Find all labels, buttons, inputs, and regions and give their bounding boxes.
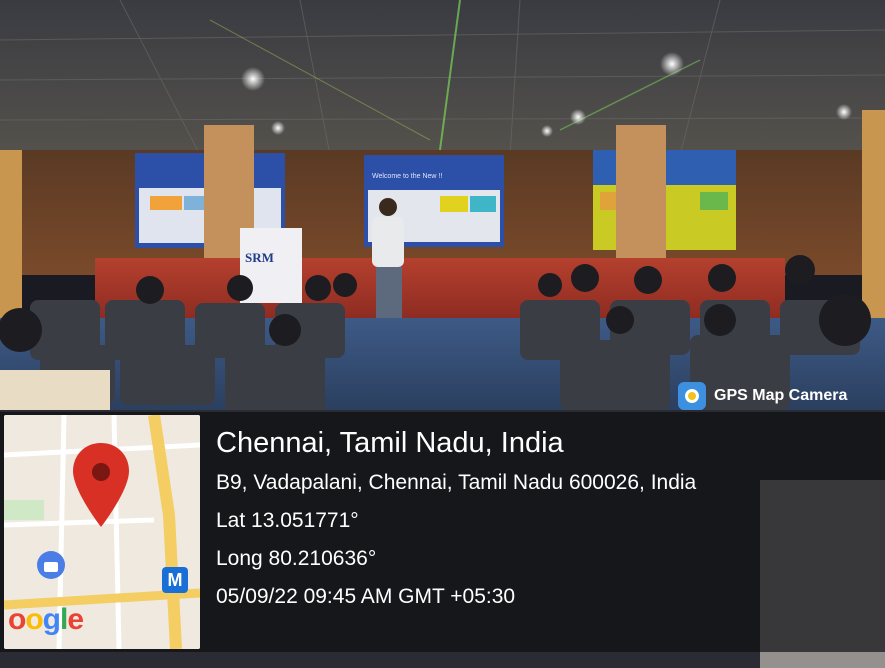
location-latitude: Lat 13.051771° [216,509,359,532]
location-info: Chennai, Tamil Nadu, India B9, Vadapalan… [216,424,696,620]
location-datetime: 05/09/22 09:45 AM GMT +05:30 [216,585,516,608]
google-logo: oogle [8,603,84,636]
gps-map-camera-badge: GPS Map Camera [678,380,882,412]
badge-label: GPS Map Camera [714,387,848,404]
location-city: Chennai, Tamil Nadu, India [216,427,564,459]
screen-text: Welcome to the New !! [372,173,442,180]
gps-map-camera-app-icon [678,382,706,410]
shopping-bag-icon [37,551,65,579]
location-address: B9, Vadapalani, Chennai, Tamil Nadu 6000… [216,471,697,494]
location-map: M oogle [4,415,200,649]
location-longitude: Long 80.210636° [216,547,377,570]
podium-label: SRM [245,250,274,265]
metro-icon: M [162,567,188,593]
